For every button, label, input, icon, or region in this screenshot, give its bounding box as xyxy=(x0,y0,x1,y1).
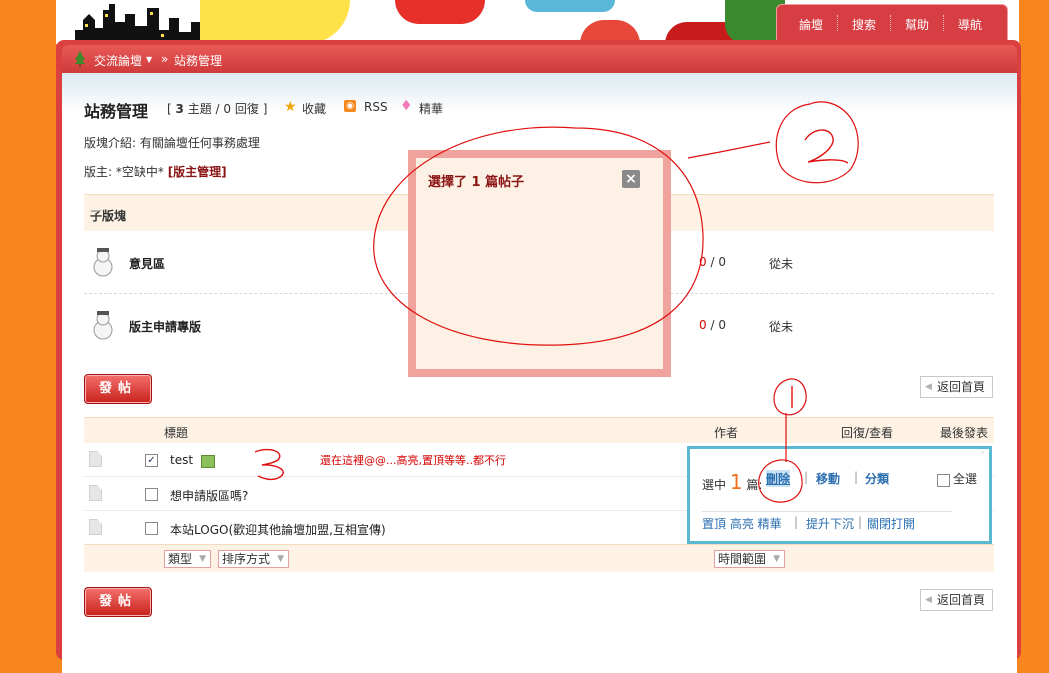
annotation-circle xyxy=(775,101,859,184)
annotation-overlay xyxy=(254,101,859,503)
annotation-number-2 xyxy=(804,129,849,164)
annotation-number-3 xyxy=(254,448,284,481)
annotation-circle xyxy=(373,126,704,346)
annotation-circle xyxy=(773,378,807,416)
annotation-line xyxy=(687,141,771,159)
annotation-circle xyxy=(758,459,803,503)
